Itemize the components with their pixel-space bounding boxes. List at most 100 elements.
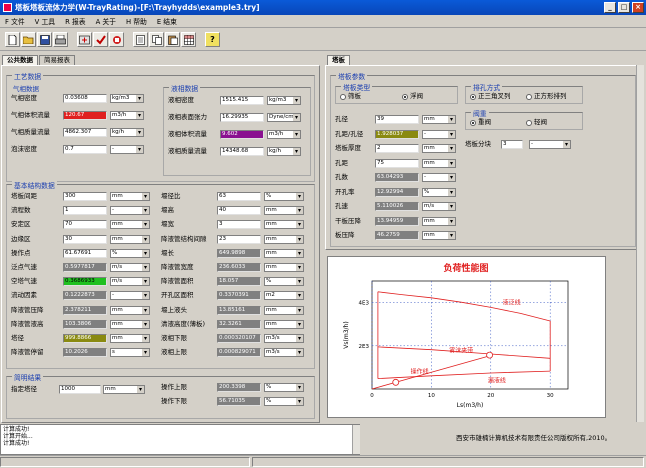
tray-6-unit-select[interactable]: m/s	[422, 202, 456, 211]
open-icon[interactable]	[21, 32, 36, 47]
radio-sieve-tray[interactable]: 筛板	[340, 92, 361, 101]
struct-right-7-unit-select[interactable]: m2	[264, 291, 304, 301]
result-1-unit-select[interactable]: %	[264, 397, 304, 406]
liquid-3-unit-select[interactable]: kg/h	[267, 147, 301, 156]
struct-left-2-unit-select[interactable]: mm	[110, 220, 150, 230]
tray-4-unit-select[interactable]: -	[422, 173, 456, 182]
report-icon[interactable]	[133, 32, 148, 47]
tray-blocks-input[interactable]: 3	[501, 140, 523, 149]
struct-left-1-unit-select[interactable]: -	[110, 206, 150, 216]
struct-left-6-unit-select[interactable]: m/s	[110, 277, 150, 287]
gas-3-unit-select[interactable]: -	[110, 145, 144, 154]
liquid-1-value[interactable]: 16.29935	[220, 113, 264, 122]
table-icon[interactable]	[181, 32, 196, 47]
tab-common-data[interactable]: 公共数据	[2, 55, 38, 65]
struct-left-11-unit-select[interactable]: s	[110, 348, 150, 358]
struct-right-2-value[interactable]: 3	[217, 220, 261, 230]
liquid-3-value[interactable]: 14348.68	[220, 147, 264, 156]
copy-icon[interactable]	[149, 32, 164, 47]
right-scrollbar[interactable]	[636, 65, 644, 422]
radio-triangle-pitch[interactable]: 正三角叉列	[470, 92, 511, 101]
menu-help[interactable]: H 帮助	[121, 16, 152, 26]
minimize-button[interactable]: _	[604, 2, 616, 13]
check-icon[interactable]	[93, 32, 108, 47]
paste-icon[interactable]	[165, 32, 180, 47]
struct-right-0-value[interactable]: 63	[217, 192, 261, 201]
struct-right-5-unit-select[interactable]: mm	[264, 263, 304, 272]
struct-right-9-unit-select[interactable]: mm	[264, 319, 304, 329]
message-log: 计算成功! 计算开始... 计算成功!	[0, 424, 360, 455]
tray-8-unit-select[interactable]: mm	[422, 231, 456, 240]
struct-right-1-unit-select[interactable]: mm	[264, 206, 304, 216]
struct-right-3-value[interactable]: 23	[217, 234, 261, 244]
struct-left-0-value[interactable]: 300	[63, 192, 107, 201]
tab-tray[interactable]: 塔板	[327, 55, 350, 65]
gas-2-unit-select[interactable]: kg/h	[110, 128, 144, 137]
liquid-0-unit-select[interactable]: kg/m3	[267, 96, 301, 105]
new-icon[interactable]	[5, 32, 20, 47]
radio-valve-tray[interactable]: 浮阀	[402, 92, 423, 101]
close-button[interactable]: ×	[632, 2, 644, 13]
gas-0-value[interactable]: 0.03608	[63, 94, 107, 103]
tray-0-unit-select[interactable]: mm	[422, 115, 456, 124]
gas-3-value[interactable]: 0.7	[63, 145, 107, 154]
struct-left-0-unit-select[interactable]: mm	[110, 192, 150, 201]
gas-1-unit-select[interactable]: m3/h	[110, 111, 144, 120]
diameter-unit-select[interactable]: mm	[103, 385, 145, 394]
result-0-unit-select[interactable]: %	[264, 383, 304, 392]
liquid-2-unit-select[interactable]: m3/h	[267, 130, 301, 139]
stop-icon[interactable]	[109, 32, 124, 47]
struct-right-10-unit-select[interactable]: m3/s	[264, 334, 304, 343]
gas-2-value[interactable]: 4862.307	[63, 128, 107, 137]
struct-right-6-unit-select[interactable]: %	[264, 277, 304, 287]
struct-left-2-value[interactable]: 70	[63, 220, 107, 230]
title-bar: 塔板塔板流体力学(W-TrayRating)-[F:\Trayhydds\exa…	[0, 0, 646, 15]
struct-right-3-unit-select[interactable]: mm	[264, 234, 304, 244]
struct-right-2-unit-select[interactable]: mm	[264, 220, 304, 230]
tray-2-value[interactable]: 2	[375, 144, 419, 153]
calc-icon[interactable]	[77, 32, 92, 47]
struct-left-9-unit-select[interactable]: mm	[110, 319, 150, 329]
tab-simple-report[interactable]: 简易报表	[39, 55, 75, 65]
struct-left-3-value[interactable]: 30	[63, 234, 107, 244]
struct-left-4-value[interactable]: 61.67691	[63, 248, 107, 258]
struct-right-1-value[interactable]: 40	[217, 206, 261, 216]
log-line: 计算成功!	[3, 440, 30, 447]
radio-square-pitch[interactable]: 正方形排列	[526, 92, 567, 101]
tray-0-value[interactable]: 39	[375, 115, 419, 124]
struct-right-8-unit-select[interactable]: mm	[264, 305, 304, 315]
menu-about[interactable]: A 关于	[91, 16, 121, 26]
menu-tools[interactable]: V 工具	[30, 16, 60, 26]
menu-exit[interactable]: E 结束	[152, 16, 182, 26]
tray-5-unit-select[interactable]: %	[422, 187, 456, 197]
radio-heavy-valve[interactable]: 重阀	[470, 118, 491, 127]
struct-right-4-unit-select[interactable]: mm	[264, 248, 304, 258]
radio-light-valve[interactable]: 轻阀	[526, 118, 547, 127]
liquid-1-unit-select[interactable]: Dyne/cm	[267, 113, 301, 122]
struct-left-8-unit-select[interactable]: mm	[110, 305, 150, 315]
tray-7-unit-select[interactable]: mm	[422, 216, 456, 226]
log-scrollbar[interactable]	[352, 425, 360, 454]
save-icon[interactable]	[37, 32, 52, 47]
liquid-0-value[interactable]: 1515.415	[220, 96, 264, 105]
gas-0-unit-select[interactable]: kg/m3	[110, 94, 144, 103]
struct-right-0-unit-select[interactable]: %	[264, 192, 304, 201]
help-icon[interactable]: ?	[205, 32, 220, 47]
struct-left-10-unit-select[interactable]: mm	[110, 334, 150, 343]
struct-left-3-unit-select[interactable]: mm	[110, 234, 150, 244]
tray-3-unit-select[interactable]: mm	[422, 158, 456, 168]
maximize-button[interactable]: □	[618, 2, 630, 13]
tray-2-unit-select[interactable]: mm	[422, 144, 456, 153]
struct-left-5-unit-select[interactable]: m/s	[110, 263, 150, 272]
struct-right-11-unit-select[interactable]: m3/s	[264, 348, 304, 358]
tray-blocks-unit[interactable]: -	[529, 140, 571, 149]
menu-file[interactable]: F 文件	[0, 16, 30, 26]
diameter-input[interactable]: 1000	[59, 385, 101, 394]
tray-1-unit-select[interactable]: -	[422, 129, 456, 139]
struct-left-7-unit-select[interactable]: -	[110, 291, 150, 301]
struct-left-4-unit-select[interactable]: %	[110, 248, 150, 258]
tray-3-value[interactable]: 75	[375, 158, 419, 168]
print-icon[interactable]	[53, 32, 68, 47]
menu-report[interactable]: R 报表	[60, 16, 90, 26]
struct-left-1-value[interactable]: 1	[63, 206, 107, 216]
